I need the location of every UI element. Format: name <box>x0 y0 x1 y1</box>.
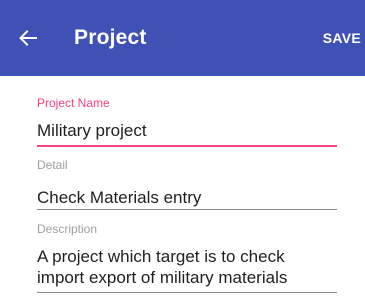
description-field[interactable]: Description A project which target is to… <box>37 222 337 294</box>
app-bar: Project SAVE <box>0 0 365 76</box>
detail-underline <box>37 209 337 210</box>
page-title: Project <box>74 26 147 49</box>
detail-input[interactable]: Check Materials entry <box>37 187 201 208</box>
arrow-back-icon <box>19 30 37 46</box>
project-name-field[interactable]: Project Name Military project <box>37 96 337 148</box>
description-underline <box>37 292 337 293</box>
description-input-line-1[interactable]: A project which target is to check <box>37 246 285 267</box>
project-name-label: Project Name <box>37 96 110 110</box>
detail-field[interactable]: Detail Check Materials entry <box>37 158 337 210</box>
detail-label: Detail <box>37 158 68 172</box>
save-button[interactable]: SAVE <box>323 30 361 46</box>
project-name-input[interactable]: Military project <box>37 120 147 141</box>
back-button[interactable] <box>12 22 44 54</box>
description-input-line-2[interactable]: import export of military materials <box>37 267 287 288</box>
description-label: Description <box>37 222 98 236</box>
project-name-underline <box>37 145 337 147</box>
